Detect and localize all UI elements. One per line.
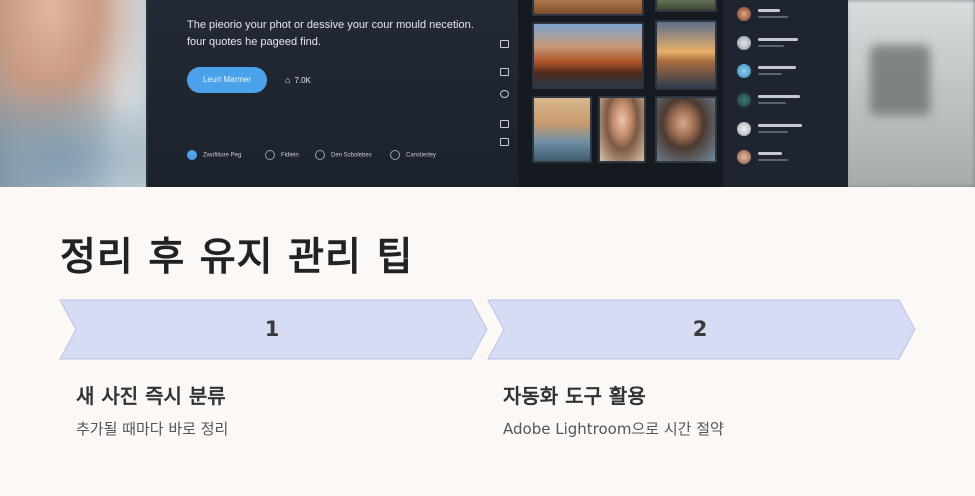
toolbar-icon <box>500 90 509 98</box>
toolbar-icon <box>500 120 509 128</box>
circle-icon <box>390 150 400 160</box>
toolbar-icon <box>500 68 509 76</box>
step-chevron-2: 2 <box>487 299 917 360</box>
circle-icon <box>315 150 325 160</box>
avatar <box>737 150 751 164</box>
avatar <box>737 36 751 50</box>
monitor-stat: ⌂ 7.0K <box>285 75 311 85</box>
gallery-photo-portrait <box>655 96 717 163</box>
avatar <box>737 64 751 78</box>
step-number: 1 <box>264 317 280 341</box>
step-description: Adobe Lightroom으로 시간 절약 <box>503 420 724 438</box>
monitor-contact-list <box>723 0 848 187</box>
gallery-photo <box>655 0 717 12</box>
list-item <box>737 7 837 23</box>
hero-background-object <box>870 45 930 115</box>
monitor-text-panel: The pieorio your phot or dessive your co… <box>148 0 518 187</box>
step-title: 새 사진 즉시 분류 <box>76 384 226 408</box>
monitor-bottom-item: Den Scbolebes <box>315 150 372 160</box>
page-title: 정리 후 유지 관리 팁 <box>60 235 414 280</box>
monitor-bottom-item: Zwofiltore Peg <box>187 150 241 160</box>
toolbar-icon <box>500 40 509 48</box>
hero-image: The pieorio your phot or dessive your co… <box>0 0 975 187</box>
list-item <box>737 36 837 52</box>
monitor-screen: The pieorio your phot or dessive your co… <box>146 0 848 187</box>
monitor-bottom-item: Fidiein <box>265 150 299 160</box>
monitor-stat-value: 7.0K <box>294 76 311 85</box>
toolbar-icon <box>500 138 509 146</box>
step-title: 자동화 도구 활용 <box>503 384 646 408</box>
learn-more-button: Leurt Marmer <box>187 67 267 93</box>
circle-icon <box>187 150 197 160</box>
list-item <box>737 150 837 166</box>
step-number: 2 <box>692 317 708 341</box>
avatar <box>737 7 751 21</box>
list-item <box>737 93 837 109</box>
list-item <box>737 64 837 80</box>
avatar <box>737 93 751 107</box>
circle-icon <box>265 150 275 160</box>
monitor-bottom-bar: Zwofiltore Peg Fidiein Den Scbolebes Can… <box>187 150 517 162</box>
gallery-photo <box>532 0 644 16</box>
gallery-photo-sunset <box>655 20 717 90</box>
gallery-photo-landscape <box>532 22 644 89</box>
monitor-headline: The pieorio your phot or dessive your co… <box>187 19 474 48</box>
gallery-photo-coast <box>532 96 592 163</box>
monitor-photo-gallery <box>518 0 723 187</box>
step-chevron-1: 1 <box>59 299 489 360</box>
monitor-toolbar <box>498 38 510 148</box>
gallery-photo-portrait <box>598 96 646 163</box>
monitor-bottom-item: Canstierley <box>390 150 436 160</box>
home-icon: ⌂ <box>285 75 291 85</box>
list-item <box>737 122 837 138</box>
avatar <box>737 122 751 136</box>
step-description: 추가될 때마다 바로 정리 <box>76 420 229 438</box>
